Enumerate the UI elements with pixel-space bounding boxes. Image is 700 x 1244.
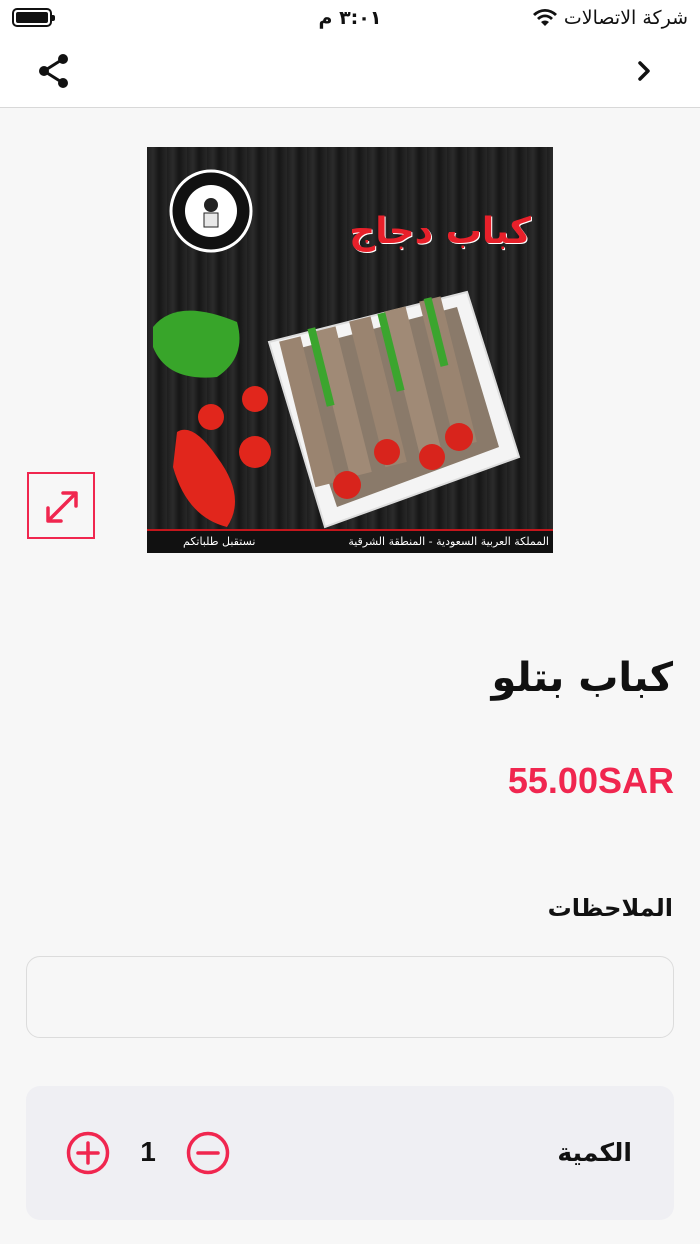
image-footer-right-text: المملكة العربية السعودية - المنطقة الشرق… bbox=[348, 535, 549, 548]
quantity-panel: 1 الكمية bbox=[26, 1086, 674, 1220]
image-footer-left-text: نستقبل طلباتكم bbox=[183, 535, 256, 548]
status-bar: ٣:٠١ م شركة الاتصالات bbox=[0, 0, 700, 38]
image-footer: نستقبل طلباتكم المملكة العربية السعودية … bbox=[147, 529, 553, 553]
product-price: 55.00SAR bbox=[507, 760, 674, 801]
expand-image-button[interactable] bbox=[27, 472, 95, 539]
expand-arrows-icon bbox=[46, 491, 78, 523]
notes-label: الملاحظات bbox=[547, 894, 673, 922]
plus-icon[interactable] bbox=[66, 1131, 110, 1175]
quantity-label: الكمية bbox=[557, 1138, 632, 1167]
share-icon[interactable] bbox=[36, 52, 72, 90]
minus-icon[interactable] bbox=[186, 1131, 230, 1175]
navigation-bar bbox=[0, 38, 700, 108]
battery-icon bbox=[12, 8, 55, 27]
quantity-value: 1 bbox=[140, 1136, 156, 1167]
status-time: ٣:٠١ م bbox=[318, 7, 382, 29]
product-image: كباب دجاج نستقبل طلباتكم المملكة العربية… bbox=[147, 147, 553, 553]
image-title-text: كباب دجاج bbox=[349, 211, 531, 252]
wifi-icon bbox=[533, 9, 557, 26]
chevron-right-icon[interactable] bbox=[634, 58, 654, 84]
notes-input[interactable] bbox=[26, 956, 674, 1038]
carrier-name: شركة الاتصالات bbox=[563, 7, 688, 29]
kebab-photo bbox=[153, 169, 521, 529]
product-name: كباب بتلو bbox=[491, 655, 673, 701]
